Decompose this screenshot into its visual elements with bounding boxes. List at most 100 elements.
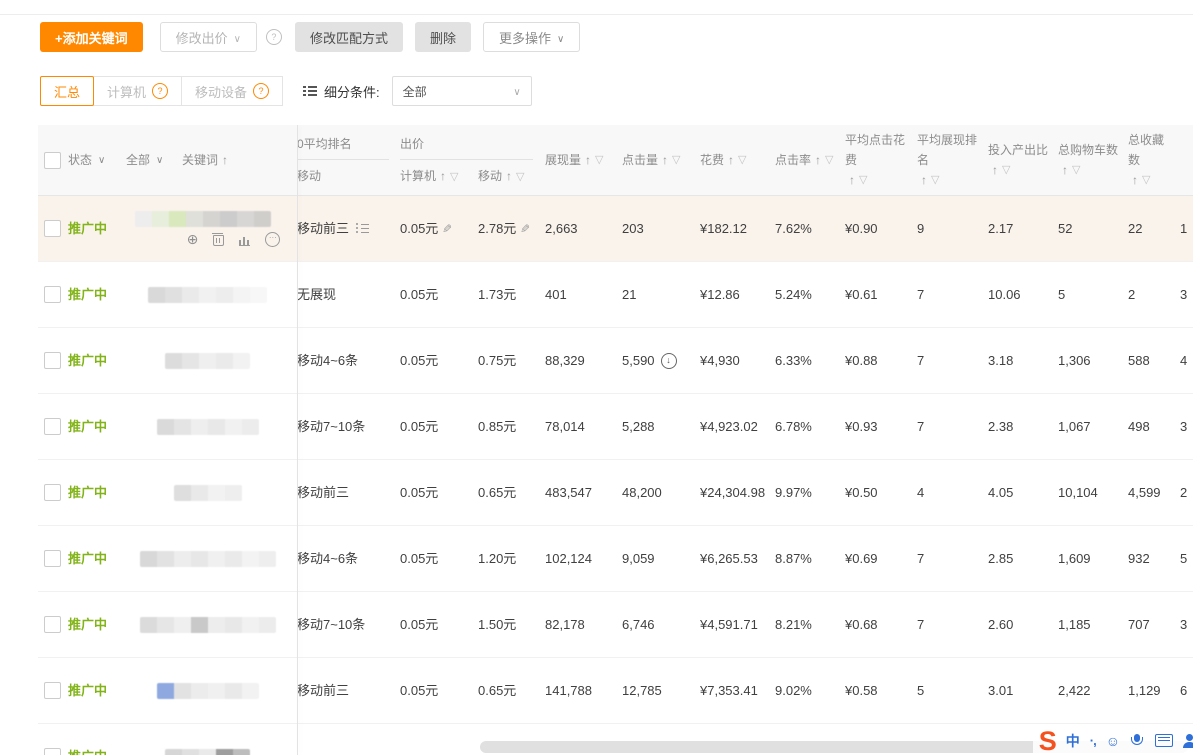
select-all-checkbox[interactable] (44, 152, 61, 169)
tab-mobile[interactable]: 移动设备 (181, 76, 283, 106)
keyword-redacted[interactable] (157, 419, 259, 435)
sort-up-icon[interactable] (662, 150, 668, 170)
sort-up-icon[interactable] (506, 169, 512, 183)
row-checkbox[interactable] (44, 550, 61, 567)
keyword-redacted[interactable] (135, 211, 271, 227)
filter-funnel-icon[interactable] (738, 150, 746, 170)
filter-funnel-icon[interactable] (825, 150, 833, 170)
status-badge: 推广中 (68, 351, 107, 370)
col-avg-cpc[interactable]: 平均点击花费 (845, 125, 917, 195)
col-avg-rank-label: 0平均排名 (297, 134, 389, 160)
row-checkbox[interactable] (44, 418, 61, 435)
punctuation-icon[interactable] (1090, 733, 1096, 748)
col-bid-pc[interactable]: 计算机 (400, 166, 478, 187)
modify-bid-button[interactable]: 修改出价 (160, 22, 257, 52)
tab-computer[interactable]: 计算机 (93, 76, 182, 106)
keyword-redacted[interactable] (174, 485, 242, 501)
table-row[interactable]: 推广中 ⊕ 移动7~10条 0.05元 1.50元 82,178 6,746 ¥… (38, 592, 1193, 658)
keyword-table: 状态 全部 关键词 0平均排名 移动 出价 计算机 移动 展现量 点击量 花费 … (38, 125, 1193, 755)
col-keyword[interactable]: 关键词 (182, 125, 297, 195)
edit-pencil-icon[interactable] (442, 219, 452, 239)
keyboard-icon[interactable] (1155, 734, 1173, 747)
sort-up-icon[interactable] (815, 150, 821, 170)
edit-pencil-icon[interactable] (520, 219, 530, 239)
sort-up-icon[interactable] (1132, 170, 1138, 190)
row-checkbox[interactable] (44, 286, 61, 303)
filter-funnel-icon[interactable] (672, 150, 680, 170)
rank-list-icon[interactable] (356, 223, 369, 234)
help-icon[interactable] (253, 83, 269, 99)
col-avg-rank[interactable]: 0平均排名 移动 (297, 125, 400, 195)
help-icon[interactable] (152, 83, 168, 99)
cart-total-value: 2,422 (1058, 681, 1091, 700)
target-icon[interactable]: ⊕ (187, 232, 199, 246)
col-bid-mobile[interactable]: 移动 (478, 166, 524, 187)
row-checkbox[interactable] (44, 352, 61, 369)
col-avg-impr-rank[interactable]: 平均展现排名 (917, 125, 988, 195)
download-circle-icon[interactable] (661, 353, 677, 369)
keyword-redacted[interactable] (140, 617, 276, 633)
filter-funnel-icon[interactable] (1002, 160, 1010, 180)
table-row[interactable]: 推广中 ⊕ 移动4~6条 0.05元 0.75元 88,329 5,590 ¥4… (38, 328, 1193, 394)
col-cart-total[interactable]: 总购物车数 (1058, 125, 1128, 195)
filter-funnel-icon[interactable] (859, 170, 867, 190)
sort-up-icon[interactable] (921, 170, 927, 190)
sort-up-icon[interactable] (585, 150, 591, 170)
table-row[interactable]: 推广中 ⊕ 移动前三 0.05元 2.78元 2,663 203 ¥182.12… (38, 196, 1193, 262)
chinese-mode-icon[interactable]: 中 (1066, 731, 1080, 751)
sort-up-icon[interactable] (728, 150, 734, 170)
modify-match-button[interactable]: 修改匹配方式 (295, 22, 403, 52)
keyword-redacted[interactable] (140, 551, 276, 567)
trash-icon[interactable] (213, 235, 224, 246)
col-impressions[interactable]: 展现量 (545, 125, 622, 195)
clicks-value: 9,059 (622, 549, 655, 568)
filter-select[interactable]: 全部 (392, 76, 532, 106)
row-checkbox[interactable] (44, 682, 61, 699)
table-row[interactable]: 推广中 ⊕ 无展现 0.05元 1.73元 401 21 ¥12.86 5.24… (38, 262, 1193, 328)
table-row[interactable]: 推广中 ⊕ 移动前三 0.05元 0.65元 141,788 12,785 ¥7… (38, 658, 1193, 724)
microphone-icon[interactable] (1134, 734, 1140, 742)
row-checkbox[interactable] (44, 748, 61, 755)
row-checkbox[interactable] (44, 484, 61, 501)
table-row[interactable]: 推广中 ⊕ 移动前三 0.05元 0.65元 483,547 48,200 ¥2… (38, 460, 1193, 526)
filter-funnel-icon[interactable] (1072, 160, 1080, 180)
help-icon[interactable] (266, 29, 282, 45)
keyword-redacted[interactable] (148, 287, 267, 303)
col-roi[interactable]: 投入产出比 (988, 125, 1058, 195)
chart-icon[interactable] (239, 233, 250, 246)
row-checkbox[interactable] (44, 220, 61, 237)
col-scope[interactable]: 全部 (126, 125, 182, 195)
profile-icon[interactable] (1183, 734, 1193, 748)
keyword-redacted[interactable] (165, 749, 250, 756)
row-checkbox[interactable] (44, 616, 61, 633)
blur-segment (208, 551, 225, 567)
col-fav-total[interactable]: 总收藏数 (1128, 125, 1180, 195)
more-actions-button[interactable]: 更多操作 (483, 22, 580, 52)
sort-up-icon[interactable] (849, 170, 855, 190)
sogou-logo-icon[interactable]: S (1039, 728, 1056, 754)
filter-funnel-icon[interactable] (595, 150, 603, 170)
sort-up-icon[interactable] (222, 150, 228, 170)
keyword-redacted[interactable] (165, 353, 250, 369)
col-clicks[interactable]: 点击量 (622, 125, 700, 195)
tab-summary[interactable]: 汇总 (40, 76, 94, 106)
emoji-icon[interactable] (1106, 733, 1120, 749)
blur-segment (174, 485, 191, 501)
ctr-value: 9.02% (775, 681, 812, 700)
filter-funnel-icon[interactable] (1142, 170, 1150, 190)
filter-funnel-icon[interactable] (931, 170, 939, 190)
add-keyword-button[interactable]: +添加关键词 (40, 22, 143, 52)
filter-funnel-icon[interactable] (450, 171, 458, 183)
col-status[interactable]: 状态 (68, 125, 126, 195)
col-cost[interactable]: 花费 (700, 125, 775, 195)
col-ctr[interactable]: 点击率 (775, 125, 845, 195)
sort-up-icon[interactable] (1062, 160, 1068, 180)
table-row[interactable]: 推广中 ⊕ 移动4~6条 0.05元 1.20元 102,124 9,059 ¥… (38, 526, 1193, 592)
sort-up-icon[interactable] (440, 169, 446, 183)
keyword-redacted[interactable] (157, 683, 259, 699)
filter-funnel-icon[interactable] (516, 171, 524, 183)
table-row[interactable]: 推广中 ⊕ 移动7~10条 0.05元 0.85元 78,014 5,288 ¥… (38, 394, 1193, 460)
more-icon[interactable] (265, 232, 280, 247)
delete-button[interactable]: 删除 (415, 22, 471, 52)
sort-up-icon[interactable] (992, 160, 998, 180)
